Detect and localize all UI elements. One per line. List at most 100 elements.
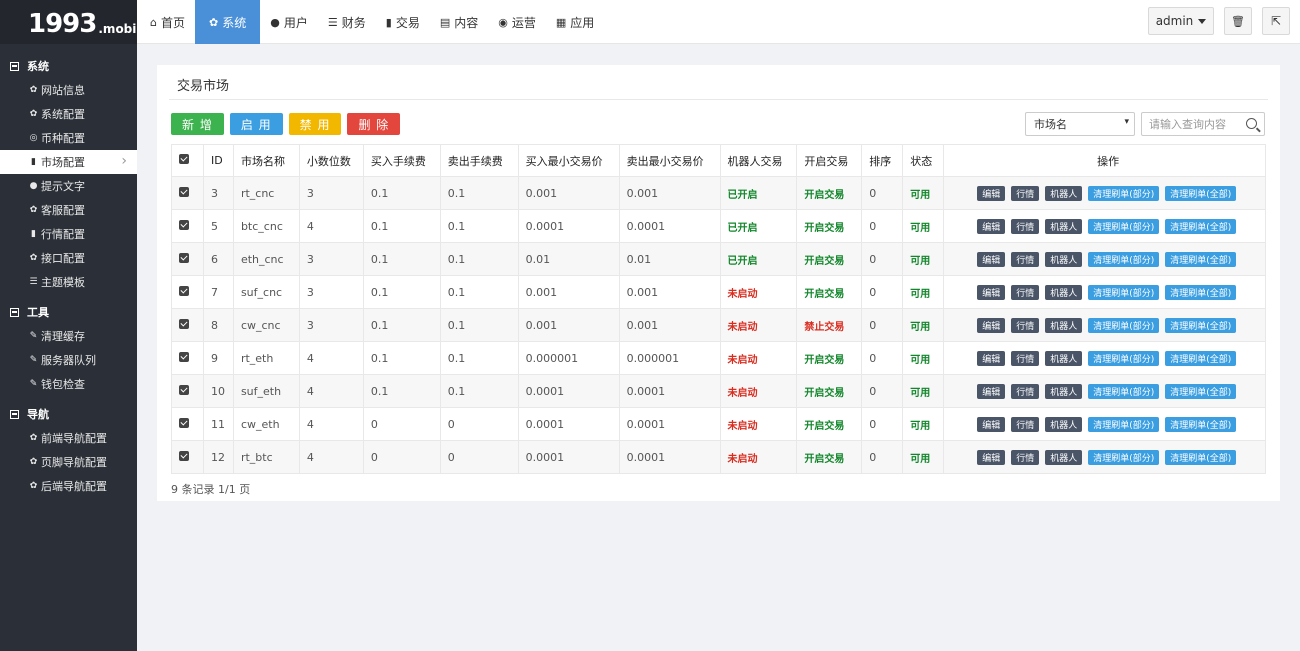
- sidebar-item[interactable]: ✿ 前端导航配置: [0, 426, 137, 450]
- row-checkbox[interactable]: [179, 384, 189, 395]
- clear-partial-button[interactable]: 清理刷单(部分): [1088, 350, 1160, 366]
- row-checkbox[interactable]: [179, 285, 189, 296]
- table-row[interactable]: 10 suf_eth 4 0.1 0.1 0.0001 0.0001 未启动 开启交易 0 可用 编辑…: [171, 374, 1266, 408]
- sidebar-item[interactable]: ✎ 清理缓存: [0, 324, 137, 348]
- edit-button[interactable]: 编辑: [977, 284, 1006, 300]
- sidebar-section-0[interactable]: 系统: [0, 54, 137, 78]
- edit-button[interactable]: 编辑: [977, 416, 1006, 432]
- sidebar-item[interactable]: ✿ 客服配置: [0, 198, 137, 222]
- clear-partial-button[interactable]: 清理刷单(部分): [1088, 185, 1160, 201]
- quote-button[interactable]: 行情: [1011, 284, 1040, 300]
- clear-all-button[interactable]: 清理刷单(全部): [1165, 218, 1237, 234]
- sidebar-section-2[interactable]: 导航: [0, 402, 137, 426]
- sidebar-section-1[interactable]: 工具: [0, 300, 137, 324]
- top-tab-7[interactable]: ▦ 应用: [546, 0, 604, 44]
- sidebar-item[interactable]: ✿ 页脚导航配置: [0, 450, 137, 474]
- clear-all-button[interactable]: 清理刷单(全部): [1165, 350, 1237, 366]
- sidebar-item[interactable]: ▮ 市场配置: [0, 150, 137, 174]
- clear-partial-button[interactable]: 清理刷单(部分): [1088, 317, 1160, 333]
- clear-partial-button[interactable]: 清理刷单(部分): [1088, 284, 1160, 300]
- clear-partial-button[interactable]: 清理刷单(部分): [1088, 251, 1160, 267]
- robot-button[interactable]: 机器人: [1045, 449, 1083, 465]
- row-checkbox[interactable]: [179, 417, 189, 428]
- robot-button[interactable]: 机器人: [1045, 416, 1083, 432]
- row-select-cell[interactable]: [171, 440, 204, 474]
- quote-button[interactable]: 行情: [1011, 383, 1040, 399]
- table-row[interactable]: 7 suf_cnc 3 0.1 0.1 0.001 0.001 未启动 开启交易 0 可用 编辑 行情机…: [171, 275, 1266, 309]
- search-input[interactable]: 请输入查询内容: [1141, 112, 1265, 136]
- clear-all-button[interactable]: 清理刷单(全部): [1165, 449, 1237, 465]
- top-tab-1[interactable]: ✿ 系统: [195, 0, 261, 44]
- row-select-cell[interactable]: [171, 341, 204, 375]
- robot-button[interactable]: 机器人: [1045, 383, 1083, 399]
- clear-partial-button[interactable]: 清理刷单(部分): [1088, 449, 1160, 465]
- clear-all-button[interactable]: 清理刷单(全部): [1165, 317, 1237, 333]
- row-select-cell[interactable]: [171, 176, 204, 210]
- row-checkbox[interactable]: [179, 450, 189, 461]
- robot-button[interactable]: 机器人: [1045, 317, 1083, 333]
- row-checkbox[interactable]: [179, 186, 189, 197]
- clear-all-button[interactable]: 清理刷单(全部): [1165, 383, 1237, 399]
- logo[interactable]: 1993 .mobi: [0, 0, 137, 44]
- logout-button[interactable]: ⇱: [1262, 7, 1290, 35]
- edit-button[interactable]: 编辑: [977, 449, 1006, 465]
- quote-button[interactable]: 行情: [1011, 185, 1040, 201]
- clear-all-button[interactable]: 清理刷单(全部): [1165, 416, 1237, 432]
- edit-button[interactable]: 编辑: [977, 317, 1006, 333]
- top-tab-3[interactable]: ☰ 财务: [318, 0, 376, 44]
- quote-button[interactable]: 行情: [1011, 449, 1040, 465]
- clear-all-button[interactable]: 清理刷单(全部): [1165, 185, 1237, 201]
- table-row[interactable]: 6 eth_cnc 3 0.1 0.1 0.01 0.01 已开启 开启交易 0 可用 编辑 行情 机器人…: [171, 242, 1266, 276]
- edit-button[interactable]: 编辑: [977, 251, 1006, 267]
- row-checkbox[interactable]: [179, 252, 189, 263]
- quote-button[interactable]: 行情: [1011, 350, 1040, 366]
- row-checkbox[interactable]: [179, 219, 189, 230]
- robot-button[interactable]: 机器人: [1045, 350, 1083, 366]
- edit-button[interactable]: 编辑: [977, 350, 1006, 366]
- quote-button[interactable]: 行情: [1011, 218, 1040, 234]
- sidebar-item[interactable]: ◎ 币种配置: [0, 126, 137, 150]
- select-all-checkbox[interactable]: [179, 154, 189, 164]
- sidebar-item[interactable]: ✎ 服务器队列: [0, 348, 137, 372]
- enable-button[interactable]: 启 用: [229, 113, 283, 135]
- robot-button[interactable]: 机器人: [1045, 251, 1083, 267]
- quote-button[interactable]: 行情: [1011, 251, 1040, 267]
- user-menu-button[interactable]: admin: [1148, 7, 1214, 35]
- search-icon[interactable]: [1246, 118, 1257, 129]
- clear-cache-button[interactable]: 🗑: [1224, 7, 1252, 35]
- top-tab-6[interactable]: ◉ 运营: [488, 0, 546, 44]
- clear-partial-button[interactable]: 清理刷单(部分): [1088, 416, 1160, 432]
- delete-button[interactable]: 删 除: [347, 113, 401, 135]
- sidebar-item[interactable]: ☰ 主题模板: [0, 270, 137, 294]
- robot-button[interactable]: 机器人: [1045, 284, 1083, 300]
- disable-button[interactable]: 禁 用: [288, 113, 342, 135]
- row-select-cell[interactable]: [171, 209, 204, 243]
- sidebar-item[interactable]: ✎ 钱包检查: [0, 372, 137, 396]
- add-button[interactable]: 新 增: [171, 113, 224, 135]
- row-select-cell[interactable]: [171, 242, 204, 276]
- row-checkbox[interactable]: [179, 318, 189, 329]
- clear-all-button[interactable]: 清理刷单(全部): [1165, 284, 1237, 300]
- sidebar-item[interactable]: ✿ 接口配置: [0, 246, 137, 270]
- top-tab-2[interactable]: ● 用户: [260, 0, 318, 44]
- sidebar-item[interactable]: ✿ 系统配置: [0, 102, 137, 126]
- search-field-select[interactable]: 市场名: [1025, 112, 1135, 136]
- quote-button[interactable]: 行情: [1011, 416, 1040, 432]
- edit-button[interactable]: 编辑: [977, 383, 1006, 399]
- robot-button[interactable]: 机器人: [1045, 185, 1083, 201]
- table-row[interactable]: 8 cw_cnc 3 0.1 0.1 0.001 0.001 未启动 禁止交易 0 可用 编辑 行情 机器…: [171, 308, 1266, 342]
- row-select-cell[interactable]: [171, 407, 204, 441]
- select-all-header[interactable]: [171, 144, 204, 177]
- robot-button[interactable]: 机器人: [1045, 218, 1083, 234]
- table-row[interactable]: 3 rt_cnc 3 0.1 0.1 0.001 0.001 已开启 开启交易 0 可用 编辑 行情 机器…: [171, 176, 1266, 210]
- row-checkbox[interactable]: [179, 351, 189, 362]
- clear-partial-button[interactable]: 清理刷单(部分): [1088, 218, 1160, 234]
- table-row[interactable]: 5 btc_cnc 4 0.1 0.1 0.0001 0.0001 已开启 开启交易 0 可用 编辑行…: [171, 209, 1266, 243]
- table-row[interactable]: 12 rt_btc 4 0 0 0.0001 0.0001 未启动 开启交易 0 可用 编辑 行情 机器人…: [171, 440, 1266, 474]
- row-select-cell[interactable]: [171, 374, 204, 408]
- table-row[interactable]: 9 rt_eth 4 0.1 0.1 0.000001 0.000001 未启动 开启交易 0 可用…: [171, 341, 1266, 375]
- top-tab-0[interactable]: ⌂ 首页: [140, 0, 195, 44]
- clear-partial-button[interactable]: 清理刷单(部分): [1088, 383, 1160, 399]
- top-tab-4[interactable]: ▮ 交易: [376, 0, 430, 44]
- sidebar-item[interactable]: ✿ 网站信息: [0, 78, 137, 102]
